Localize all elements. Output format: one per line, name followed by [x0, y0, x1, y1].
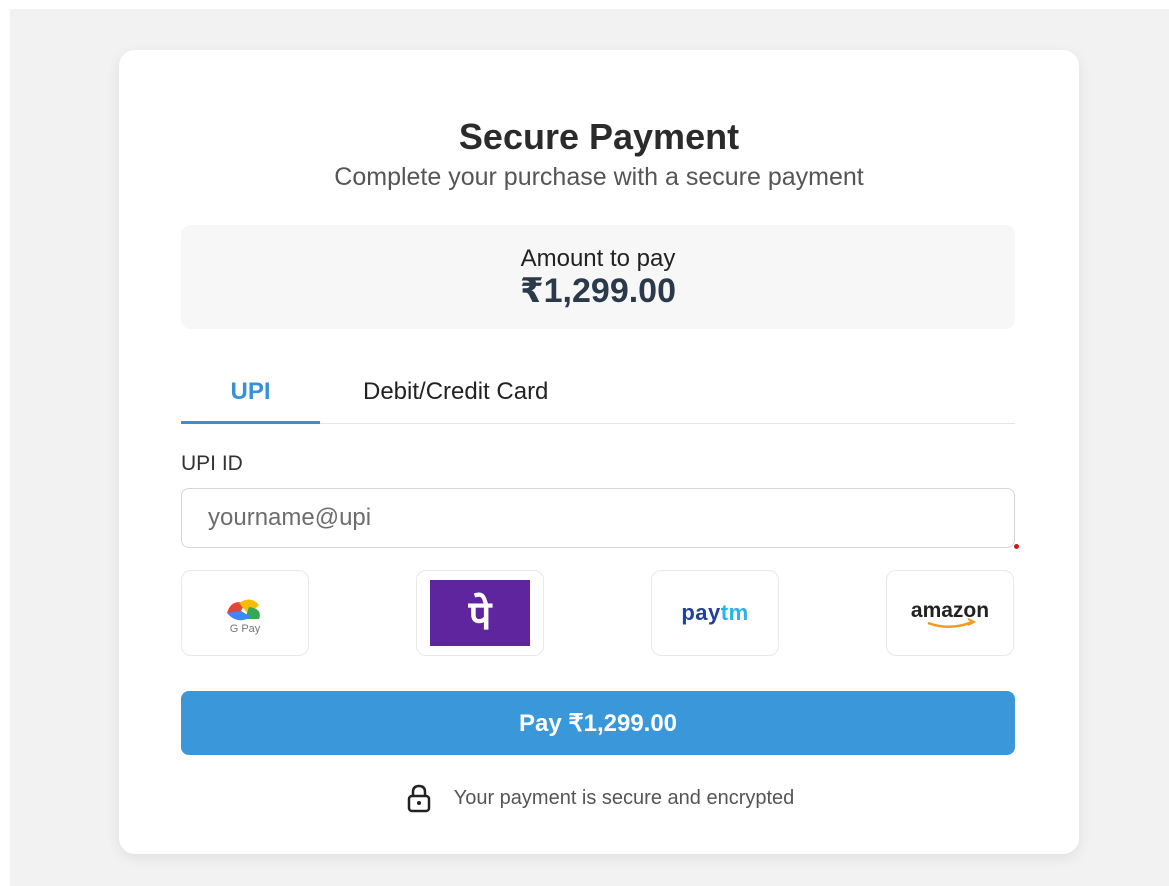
paytm-prefix: pay — [681, 600, 721, 625]
tab-debit-credit-card[interactable]: Debit/Credit Card — [339, 378, 639, 424]
phonepe-icon: पे — [430, 580, 530, 646]
page-title: Secure Payment — [458, 116, 740, 157]
lock-icon — [407, 784, 430, 813]
amount-summary: Amount to pay ₹1,299.00 — [181, 225, 1015, 329]
security-note: Your payment is secure and encrypted — [119, 782, 1079, 814]
security-note-text: Your payment is secure and encrypted — [453, 786, 795, 809]
payment-method-tabs: UPI Debit/Credit Card — [181, 370, 1015, 424]
google-pay-option[interactable]: G Pay — [181, 570, 309, 656]
amazon-pay-option[interactable]: amazon — [886, 570, 1014, 656]
amazon-smile-icon — [927, 618, 977, 628]
payment-card: Secure Payment Complete your purchase wi… — [119, 50, 1079, 854]
page-subtitle: Complete your purchase with a secure pay… — [334, 163, 864, 191]
paytm-icon: paytm — [681, 600, 748, 626]
tab-upi[interactable]: UPI — [181, 378, 320, 424]
upi-id-label: UPI ID — [181, 452, 243, 475]
validation-dot — [1014, 544, 1019, 549]
amazon-pay-icon: amazon — [898, 593, 1002, 633]
amount-label: Amount to pay — [520, 245, 676, 272]
upi-id-input[interactable] — [181, 488, 1015, 548]
paytm-option[interactable]: paytm — [651, 570, 779, 656]
pay-button[interactable]: Pay ₹1,299.00 — [181, 691, 1015, 755]
paytm-suffix: tm — [720, 600, 749, 625]
phonepe-option[interactable]: पे — [416, 570, 544, 656]
google-pay-label: G Pay — [229, 623, 261, 635]
amount-value: ₹1,299.00 — [519, 272, 676, 310]
